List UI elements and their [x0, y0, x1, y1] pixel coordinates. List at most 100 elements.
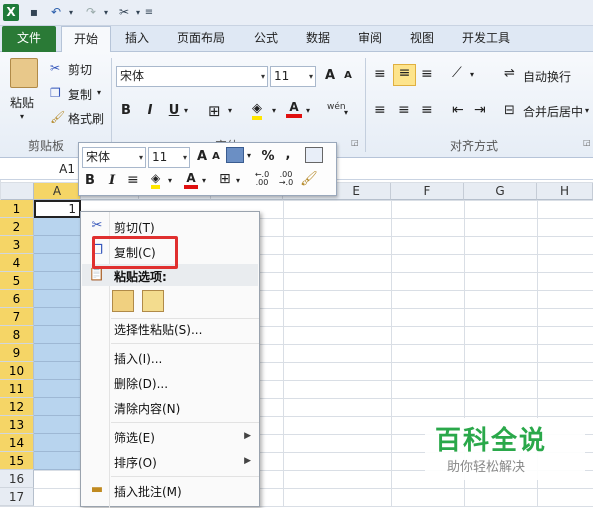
menu-item-insert[interactable]: 插入(I)... [114, 350, 162, 367]
tab-formulas[interactable]: 公式 [244, 26, 288, 52]
mini-font-color-dropdown-icon[interactable]: ▾ [202, 176, 206, 185]
menu-item-delete[interactable]: 删除(D)... [114, 375, 168, 392]
fill-color-icon[interactable]: ◈ [252, 101, 262, 120]
tab-data[interactable]: 数据 [296, 26, 340, 52]
row-header-9[interactable]: 9 [0, 344, 34, 362]
mini-bold-button[interactable]: B [83, 173, 97, 188]
selected-cell[interactable] [34, 362, 81, 380]
merge-dropdown-icon[interactable]: ▾ [585, 106, 589, 115]
row-header-2[interactable]: 2 [0, 218, 34, 236]
border-dropdown-icon[interactable]: ▾ [228, 106, 232, 115]
redo-icon[interactable]: ↷ [83, 4, 99, 21]
mini-font-combo[interactable]: 宋体 ▾ [82, 147, 146, 168]
align-right-icon[interactable]: ≡ [421, 102, 433, 118]
selected-cell[interactable] [34, 416, 81, 434]
format-painter-button[interactable]: 格式刷 [68, 110, 104, 127]
chevron-down-icon[interactable]: ▾ [139, 148, 143, 167]
tools-dropdown-icon[interactable]: ▾ [133, 4, 143, 21]
tab-view[interactable]: 视图 [400, 26, 444, 52]
selected-cell[interactable] [34, 434, 81, 452]
customize-icon[interactable]: ≡ [143, 4, 155, 21]
alignment-launcher-icon[interactable]: ◲ [583, 138, 591, 147]
redo-dropdown-icon[interactable]: ▾ [101, 4, 111, 21]
mini-fill-dropdown-icon[interactable]: ▾ [168, 176, 172, 185]
row-header-1[interactable]: 1 [0, 200, 34, 218]
tab-page-layout[interactable]: 页面布局 [167, 26, 235, 52]
cell-style-dropdown-icon[interactable]: ▾ [247, 151, 251, 160]
row-header-6[interactable]: 6 [0, 290, 34, 308]
align-top-icon[interactable]: ≡ [374, 66, 386, 82]
selected-cell[interactable] [34, 254, 81, 272]
mini-font-color-icon[interactable]: A [184, 171, 198, 189]
underline-dropdown-icon[interactable]: ▾ [184, 106, 188, 115]
chevron-down-icon[interactable]: ▾ [183, 148, 187, 167]
font-size-combo[interactable]: 11 ▾ [270, 66, 316, 87]
row-header-11[interactable]: 11 [0, 380, 34, 398]
orientation-dropdown-icon[interactable]: ▾ [470, 70, 474, 79]
decrease-decimal-icon[interactable]: .00 →.0 [275, 171, 297, 187]
merge-cells-icon[interactable] [305, 147, 323, 163]
wrap-text-button[interactable]: 自动换行 [523, 68, 571, 85]
undo-icon[interactable]: ↶ [48, 4, 64, 21]
font-name-combo[interactable]: 宋体 ▾ [116, 66, 268, 87]
row-header-17[interactable]: 17 [0, 488, 34, 506]
name-box[interactable]: A1 [0, 158, 80, 180]
selected-cell[interactable] [34, 308, 81, 326]
mini-italic-button[interactable]: I [105, 173, 119, 188]
percent-button[interactable]: % [260, 149, 276, 164]
excel-icon[interactable]: X [3, 4, 19, 21]
mini-border-dropdown-icon[interactable]: ▾ [236, 176, 240, 185]
selected-cell[interactable] [34, 272, 81, 290]
font-color-icon[interactable]: A [286, 100, 302, 118]
selected-cell[interactable] [34, 218, 81, 236]
paste-values-icon[interactable] [142, 290, 164, 312]
row-header-16[interactable]: 16 [0, 470, 34, 488]
increase-decimal-icon[interactable]: ←.0.00 [251, 171, 273, 187]
increase-indent-icon[interactable]: ⇥ [474, 102, 486, 118]
tab-home[interactable]: 开始 [61, 26, 111, 53]
menu-item-cut[interactable]: 剪切(T) [114, 219, 155, 236]
tab-developer[interactable]: 开发工具 [452, 26, 520, 52]
paste-button[interactable]: 粘贴 [10, 94, 34, 111]
bold-button[interactable]: B [118, 103, 134, 118]
tools-icon[interactable]: ✂ [115, 4, 133, 21]
decrease-indent-icon[interactable]: ⇤ [452, 102, 464, 118]
cell-style-icon[interactable] [226, 147, 244, 163]
selected-cell[interactable] [34, 326, 81, 344]
chevron-down-icon[interactable]: ▾ [309, 67, 313, 86]
fill-color-dropdown-icon[interactable]: ▾ [272, 106, 276, 115]
menu-item-paste-special[interactable]: 选择性粘贴(S)... [114, 321, 202, 338]
row-header-12[interactable]: 12 [0, 398, 34, 416]
italic-button[interactable]: I [142, 103, 158, 118]
mini-border-icon[interactable]: ⊞ [219, 171, 231, 187]
cut-button[interactable]: 剪切 [68, 61, 92, 78]
mini-fill-color-icon[interactable]: ◈ [151, 171, 161, 189]
phonetic-icon[interactable]: wén [327, 102, 346, 112]
row-header-14[interactable]: 14 [0, 434, 34, 452]
row-header-7[interactable]: 7 [0, 308, 34, 326]
shrink-font-icon[interactable]: A [341, 70, 355, 81]
row-header-4[interactable]: 4 [0, 254, 34, 272]
save-icon[interactable]: ▪ [27, 4, 41, 21]
menu-item-clear[interactable]: 清除内容(N) [114, 400, 180, 417]
mini-size-combo[interactable]: 11 ▾ [148, 147, 190, 168]
menu-item-filter[interactable]: 筛选(E) [114, 429, 155, 446]
mini-center-icon[interactable]: ≡ [127, 172, 139, 188]
tab-file[interactable]: 文件 [2, 26, 56, 52]
comma-button[interactable]: , [282, 147, 294, 162]
tab-review[interactable]: 审阅 [348, 26, 392, 52]
align-middle-icon[interactable]: ≡ [393, 64, 416, 86]
paste-icon[interactable] [112, 290, 134, 312]
selected-cell[interactable] [34, 380, 81, 398]
menu-item-insert-comment[interactable]: 插入批注(M) [114, 483, 182, 500]
copy-dropdown-icon[interactable]: ▾ [97, 88, 101, 97]
selected-cell[interactable] [34, 290, 81, 308]
phonetic-dropdown-icon[interactable]: ▾ [344, 108, 348, 117]
font-color-dropdown-icon[interactable]: ▾ [306, 106, 310, 115]
align-left-icon[interactable]: ≡ [374, 102, 386, 118]
menu-item-sort[interactable]: 排序(O) [114, 454, 157, 471]
cell-a1[interactable]: 1 [34, 200, 81, 218]
row-header-13[interactable]: 13 [0, 416, 34, 434]
align-bottom-icon[interactable]: ≡ [421, 66, 433, 82]
font-launcher-icon[interactable]: ◲ [351, 138, 359, 147]
